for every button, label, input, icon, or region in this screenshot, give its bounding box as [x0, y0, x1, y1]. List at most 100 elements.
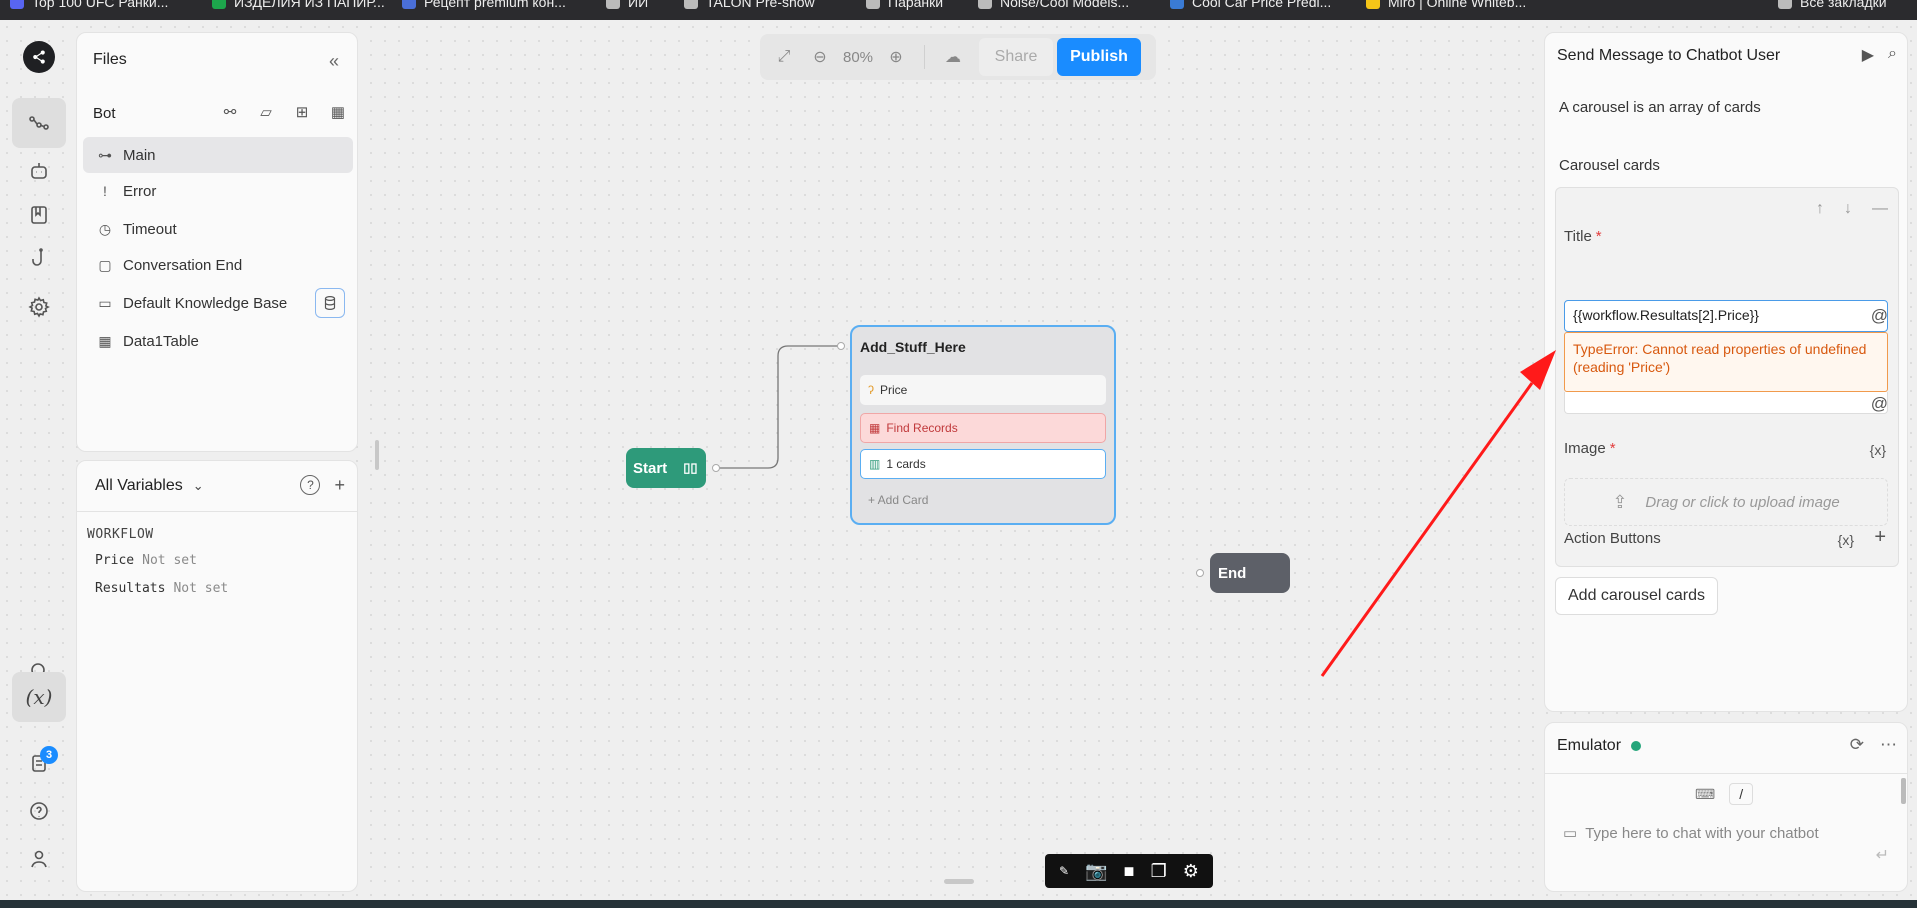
title-field-label: Title * — [1564, 228, 1602, 245]
bookmark-item[interactable]: Паранки — [866, 0, 943, 10]
end-input-port[interactable] — [1196, 569, 1204, 577]
database-icon[interactable] — [315, 288, 345, 318]
share-button[interactable]: Share — [979, 38, 1053, 76]
carousel-card-editor: ↑ ↓ — Title * {{workflow.Resultats[2].Pri… — [1555, 187, 1899, 567]
remove-card-icon[interactable]: — — [1872, 200, 1888, 218]
at-mention-icon[interactable]: @ — [1871, 394, 1888, 414]
tree-item-label: Default Knowledge Base — [123, 294, 288, 312]
move-up-icon[interactable]: ↑ — [1816, 200, 1824, 218]
keyboard-icon[interactable]: ⌨ — [1695, 786, 1715, 803]
zoom-in-icon[interactable]: ⊕ — [878, 39, 914, 75]
book-icon: ▭ — [98, 294, 112, 311]
favicon-icon — [684, 0, 698, 9]
node-title: Add_Stuff_Here — [860, 339, 966, 355]
divider — [924, 45, 925, 69]
emulator-scrollbar[interactable] — [1901, 778, 1906, 804]
bookmark-item[interactable]: Cool Car Price Predi... — [1170, 0, 1331, 10]
variable-name: Price — [95, 553, 135, 568]
chat-input[interactable]: ▭ Type here to chat with your chatbot — [1555, 815, 1895, 851]
tree-item-knowledge-base[interactable]: ▭ Default Knowledge Base — [83, 285, 353, 321]
at-mention-icon[interactable]: @ — [1871, 306, 1888, 326]
title-input[interactable]: {{workflow.Resultats[2].Price}} — [1564, 300, 1888, 332]
refresh-icon[interactable]: ⟳ — [1850, 735, 1864, 755]
variables-filter-dropdown[interactable]: All Variables ⌄ — [95, 477, 204, 495]
add-card-button[interactable]: + Add Card — [868, 493, 928, 507]
bookmark-label: Все закладки — [1800, 0, 1887, 10]
rail-issues-button[interactable]: 3 — [12, 738, 66, 788]
browser-bookmarks-bar: Top 100 UFC Ранки... ИЗДЕЛИЯ ИЗ ПАПИР... Р… — [0, 0, 1917, 20]
new-knowledge-base-icon[interactable]: ⊞ — [291, 101, 313, 123]
publish-button[interactable]: Publish — [1057, 38, 1141, 76]
variable-name: Resultats — [95, 581, 166, 596]
app-logo[interactable] — [12, 32, 66, 82]
add-carousel-cards-button[interactable]: Add carousel cards — [1555, 577, 1718, 615]
slash-command-button[interactable]: / — [1729, 783, 1754, 805]
add-action-button-icon[interactable]: + — [1874, 526, 1886, 549]
node-card-price[interactable]: ʔ Price — [860, 375, 1106, 405]
start-output-port[interactable] — [712, 464, 720, 472]
taskbar-strip — [0, 900, 1917, 908]
bookmark-item[interactable]: ИЗДЕЛИЯ ИЗ ПАПИР... — [212, 0, 385, 10]
bookmark-item[interactable]: Noise/Cool Models... — [978, 0, 1129, 10]
panel-resize-handle[interactable] — [375, 440, 379, 470]
new-table-icon[interactable]: ▦ — [327, 101, 349, 123]
new-folder-icon[interactable]: ▱ — [255, 101, 277, 123]
hook-icon — [32, 248, 43, 266]
camera-icon[interactable]: 📷 — [1085, 861, 1107, 882]
issues-count-badge: 3 — [40, 746, 58, 764]
rail-library-button[interactable] — [12, 190, 66, 240]
rail-variables-button[interactable]: (x) — [12, 672, 66, 722]
rail-settings-button[interactable] — [12, 282, 66, 332]
variable-row-resultats[interactable]: Resultats Not set — [95, 581, 228, 596]
settings-gear-icon[interactable]: ⚙ — [1183, 861, 1199, 882]
move-down-icon[interactable]: ↓ — [1844, 200, 1852, 218]
node-card-carousel[interactable]: ▥ 1 cards — [860, 449, 1106, 479]
node-card-find-records[interactable]: ▦ Find Records — [860, 413, 1106, 443]
end-label: End — [1218, 564, 1247, 582]
end-node[interactable]: End — [1210, 553, 1290, 593]
bookmark-item[interactable]: Рецепт premium кон... — [402, 0, 566, 10]
variable-row-price[interactable]: Price Not set — [95, 553, 197, 568]
bookmark-label: TALON Pre-show — [706, 0, 815, 10]
workflow-node-add-stuff-here[interactable]: Add_Stuff_Here ʔ Price ▦ Find Records ▥ … — [850, 325, 1116, 525]
bookmark-label: ИЗДЕЛИЯ ИЗ ПАПИР... — [234, 0, 385, 10]
start-node[interactable]: Start ▯▯ — [626, 448, 706, 488]
rail-account-button[interactable] — [12, 834, 66, 884]
bookmark-item[interactable]: Все закладки — [1778, 0, 1887, 10]
cards-icon: ▥ — [869, 457, 881, 471]
workflow-icon — [29, 116, 49, 130]
node-input-port[interactable] — [837, 342, 845, 350]
video-tutorial-icon[interactable]: ▶ — [1862, 45, 1874, 65]
collapse-panel-icon[interactable]: « — [329, 51, 339, 72]
bookmark-item[interactable]: ИИ — [606, 0, 648, 10]
add-variable-icon[interactable]: + — [334, 475, 345, 496]
more-options-icon[interactable]: ⋯ — [1880, 735, 1897, 755]
video-icon[interactable]: ■ — [1124, 861, 1135, 882]
tree-item-error[interactable]: ! Error — [83, 173, 353, 209]
rail-workflows-button[interactable] — [12, 98, 66, 148]
tree-item-data1table[interactable]: ▦ Data1Table — [83, 323, 353, 359]
rail-bot-button[interactable] — [12, 146, 66, 196]
rail-help-button[interactable] — [12, 786, 66, 836]
bookmark-item[interactable]: Miro | Online Whiteb... — [1366, 0, 1526, 10]
tree-item-main[interactable]: ⊶ Main — [83, 137, 353, 173]
variable-token-icon[interactable]: {x} — [1870, 442, 1886, 458]
canvas-scroll-handle[interactable] — [944, 879, 974, 884]
zoom-out-icon[interactable]: ⊖ — [802, 39, 838, 75]
variable-token-icon[interactable]: {x} — [1838, 532, 1854, 548]
tree-item-timeout[interactable]: ◷ Timeout — [83, 211, 353, 247]
rail-hooks-button[interactable] — [12, 234, 66, 284]
new-workflow-icon[interactable]: ⚯ — [219, 101, 241, 123]
docs-search-icon[interactable]: ⌕ — [1888, 45, 1897, 65]
fit-view-icon[interactable]: ⤢ — [766, 39, 802, 75]
tree-item-conversation-end[interactable]: ▢ Conversation End — [83, 247, 353, 283]
upload-icon: ⇪ — [1612, 491, 1628, 512]
bookmark-item[interactable]: Top 100 UFC Ранки... — [10, 0, 168, 10]
windows-icon[interactable]: ❐ — [1151, 861, 1167, 882]
image-upload-dropzone[interactable]: ⇪ Drag or click to upload image — [1564, 478, 1888, 526]
help-icon[interactable]: ? — [300, 475, 321, 495]
pin-icon[interactable]: ✎ — [1059, 864, 1069, 878]
send-icon[interactable]: ↵ — [1876, 845, 1889, 865]
subtitle-input[interactable] — [1564, 392, 1888, 414]
bookmark-item[interactable]: TALON Pre-show — [684, 0, 815, 10]
